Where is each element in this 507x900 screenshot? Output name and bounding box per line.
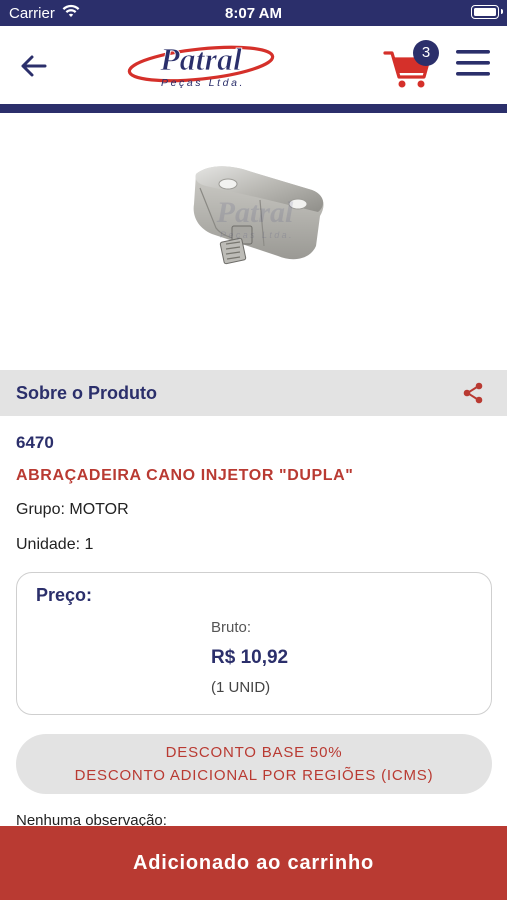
arrow-left-icon[interactable] bbox=[18, 51, 48, 81]
product-unit: Unidade: 1 bbox=[16, 536, 93, 554]
price-bruto-label: Bruto: bbox=[211, 619, 252, 636]
price-value: R$ 10,92 bbox=[211, 647, 289, 668]
app-header: Patral Peças Ltda. 3 bbox=[0, 26, 507, 104]
product-code: 6470 bbox=[16, 433, 54, 452]
battery-icon bbox=[471, 5, 503, 19]
svg-text:Peças Ltda.: Peças Ltda. bbox=[220, 230, 294, 240]
unit-label: Unidade: bbox=[16, 536, 81, 553]
group-value: MOTOR bbox=[69, 501, 129, 518]
header-divider bbox=[0, 104, 507, 113]
price-unit: (1 UNID) bbox=[211, 679, 271, 696]
about-product-header: Sobre o Produto bbox=[0, 370, 507, 416]
price-title: Preço: bbox=[36, 585, 93, 605]
hamburger-menu-icon[interactable] bbox=[456, 48, 490, 78]
cart-count-badge: 3 bbox=[413, 40, 439, 66]
watermark-logo: Patral bbox=[216, 196, 294, 229]
clock: 8:07 AM bbox=[225, 5, 282, 22]
svg-text:Peças Ltda.: Peças Ltda. bbox=[161, 77, 245, 89]
add-to-cart-button[interactable]: Adicionado ao carrinho bbox=[0, 826, 507, 900]
unit-value: 1 bbox=[84, 536, 94, 553]
product-photo[interactable]: Patral Peças Ltda. bbox=[160, 150, 350, 290]
section-title: Sobre o Produto bbox=[16, 383, 157, 403]
discount-additional: DESCONTO ADICIONAL POR REGIÕES (ICMS) bbox=[74, 767, 434, 784]
group-label: Grupo: bbox=[16, 501, 65, 518]
patral-logo[interactable]: Patral Peças Ltda. bbox=[125, 40, 277, 90]
status-bar: Carrier 8:07 AM bbox=[0, 0, 507, 26]
product-group: Grupo: MOTOR bbox=[16, 501, 129, 519]
product-name: ABRAÇADEIRA CANO INJETOR "DUPLA" bbox=[16, 467, 354, 484]
price-card: Preço: Bruto: R$ 10,92 (1 UNID) bbox=[16, 572, 492, 715]
discount-base: DESCONTO BASE 50% bbox=[165, 744, 343, 761]
discount-info: DESCONTO BASE 50% DESCONTO ADICIONAL POR… bbox=[16, 734, 492, 794]
svg-text:Patral: Patral bbox=[159, 41, 242, 77]
share-icon[interactable] bbox=[461, 381, 485, 405]
